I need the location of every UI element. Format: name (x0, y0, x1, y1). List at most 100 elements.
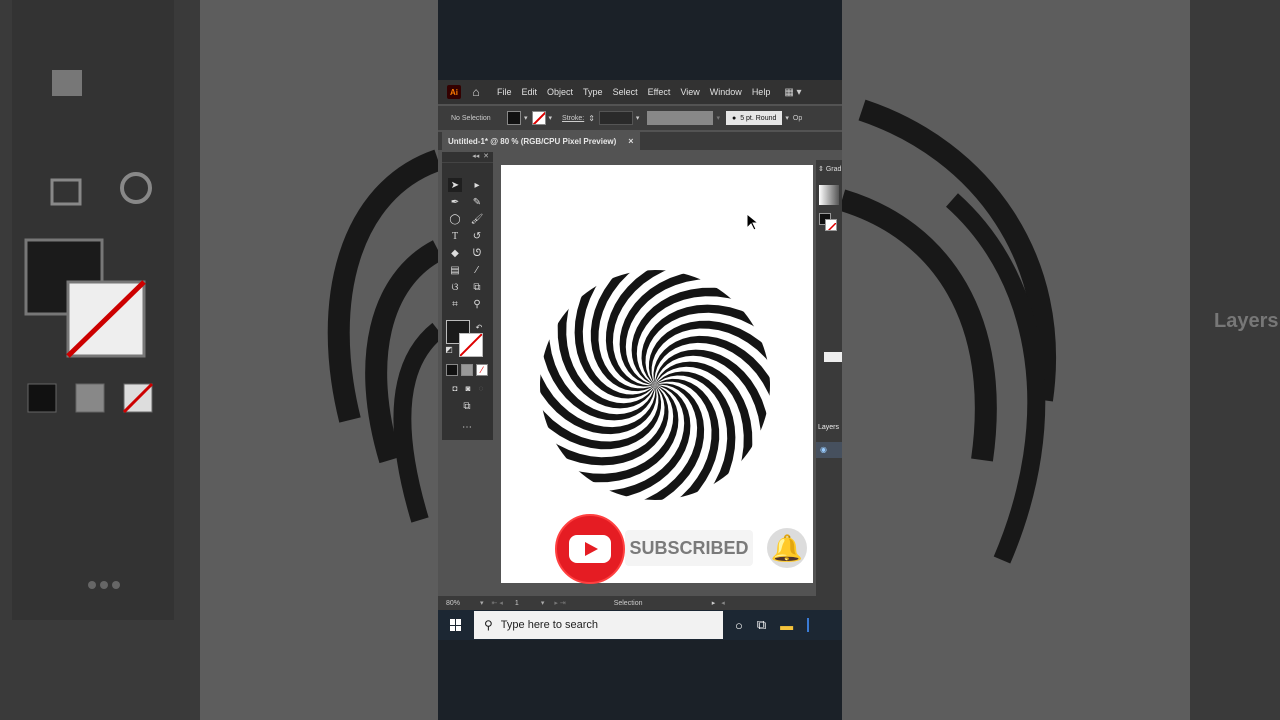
cortana-icon[interactable]: ○ (735, 618, 743, 633)
mouse-cursor-icon (746, 213, 759, 231)
current-tool-name: Selection (613, 599, 643, 607)
shape-builder-tool-icon[interactable]: ⧉ (470, 280, 484, 294)
direct-selection-tool-icon[interactable]: ▸ (470, 178, 484, 192)
document-tab[interactable]: Untitled-1* @ 80 % (RGB/CPU Pixel Previe… (442, 132, 640, 150)
stroke-label[interactable]: Stroke: (562, 115, 584, 122)
draw-behind-icon[interactable]: ◙ (461, 381, 475, 395)
blend-tool-icon[interactable]: ଓ (448, 280, 462, 294)
menu-file[interactable]: File (497, 87, 512, 97)
gradient-mode-icon[interactable] (461, 364, 473, 376)
search-icon: ⚲ (484, 618, 493, 632)
draw-normal-icon[interactable]: ◘ (448, 381, 462, 395)
gradient-preview[interactable] (819, 185, 839, 205)
first-artboard-icon[interactable]: ⇤ ◂ (492, 599, 503, 607)
windows-start-icon[interactable] (450, 619, 462, 631)
curvature-tool-icon[interactable]: ✎ (470, 195, 484, 209)
letterbox-top (438, 0, 842, 80)
default-fill-stroke-icon[interactable]: ◩ (442, 342, 456, 356)
more-tools-icon[interactable]: ⋯ (460, 420, 474, 434)
opacity-label[interactable]: Op (793, 115, 802, 122)
menu-type[interactable]: Type (583, 87, 603, 97)
type-tool-icon[interactable]: T (448, 229, 462, 243)
paintbrush-tool-icon[interactable]: 🖌 (470, 212, 484, 226)
gradient-panel-tab[interactable]: ⇕ Grad (818, 165, 841, 173)
stroke-weight-stepper[interactable]: ⇕ (588, 114, 595, 123)
artboard-number[interactable]: 1 (515, 600, 541, 607)
background-canvas-right (842, 0, 1190, 720)
chevron-down-icon[interactable]: ▾ (636, 114, 640, 122)
rotate-tool-icon[interactable]: ↺ (470, 229, 484, 243)
none-mode-icon[interactable]: ⁄ (476, 364, 488, 376)
brush-dot-icon: ● (731, 114, 737, 122)
menu-edit[interactable]: Edit (522, 87, 538, 97)
artboard-dropdown-icon[interactable]: ▾ (541, 599, 545, 607)
play-icon (569, 535, 611, 563)
chevron-down-icon: ▾ (716, 115, 720, 122)
stroke-swatch[interactable] (531, 111, 546, 125)
background-swirl-right (842, 99, 1057, 564)
taskbar-app-indicator (807, 618, 810, 632)
menu-window[interactable]: Window (710, 87, 742, 97)
fill-swatch[interactable] (507, 111, 521, 125)
close-icon[interactable]: × (628, 136, 633, 146)
visibility-eye-icon[interactable]: ◉ (816, 442, 842, 458)
ellipse-tool-icon[interactable]: ◯ (448, 212, 462, 226)
brush-label: 5 pt. Round (740, 114, 777, 122)
control-bar: No Selection ▾ ▾ Stroke: ⇕ ▾ ▾ ● 5 pt. R… (438, 106, 842, 130)
swap-fill-stroke-icon[interactable]: ↶ (472, 320, 486, 334)
stroke-weight-field[interactable] (598, 111, 633, 125)
menu-object[interactable]: Object (547, 87, 573, 97)
menu-help[interactable]: Help (752, 87, 771, 97)
zoom-dropdown-icon[interactable]: ▾ (480, 599, 484, 607)
brush-definition[interactable]: ● 5 pt. Round (725, 111, 783, 125)
eyedropper-tool-icon[interactable]: ⁄ (470, 263, 484, 277)
background-right-panel: Layers (1190, 0, 1280, 720)
background-toolbox (12, 0, 174, 620)
color-mode-icon[interactable] (446, 364, 458, 376)
stroke-color-box[interactable] (459, 333, 483, 357)
file-explorer-icon[interactable]: ▬ (780, 618, 793, 633)
layers-panel-tab[interactable]: Layers (818, 424, 839, 431)
background-canvas-left (200, 0, 438, 720)
gradient-slider[interactable] (824, 352, 842, 362)
draw-inside-icon[interactable]: ◌ (474, 381, 488, 395)
windows-taskbar: ⚲ Type here to search ○ ⧉ ▬ (438, 610, 842, 640)
artboard-tool-icon[interactable]: ⌗ (448, 297, 462, 311)
chevron-down-icon[interactable]: ▾ (524, 114, 528, 122)
letterbox-bottom (438, 640, 842, 720)
home-icon[interactable]: ⌂ (469, 85, 483, 99)
background-tool-icons (24, 70, 154, 589)
chevron-down-icon[interactable]: ▾ (785, 114, 789, 122)
selection-tool-icon[interactable]: ➤ (448, 178, 462, 192)
zoom-tool-icon[interactable]: ⚲ (470, 297, 484, 311)
task-view-icon[interactable]: ⧉ (757, 617, 766, 633)
eraser-tool-icon[interactable]: ◆ (448, 246, 462, 260)
search-placeholder: Type here to search (500, 619, 599, 631)
zoom-level[interactable]: 80% (446, 600, 480, 607)
lasso-tool-icon[interactable]: ᘎ (470, 246, 484, 260)
taskbar-search-input[interactable]: ⚲ Type here to search (474, 611, 723, 639)
workspace-switcher-icon[interactable]: ▦ ▾ (784, 87, 801, 98)
youtube-logo-icon[interactable] (555, 514, 625, 584)
bell-icon[interactable]: 🔔 (767, 528, 807, 568)
gradient-tool-icon[interactable]: ▤ (448, 263, 462, 277)
last-artboard-icon[interactable]: ▸ ⇥ (554, 599, 565, 607)
variable-width-profile[interactable] (647, 111, 714, 125)
app-logo: Ai (447, 85, 461, 99)
pen-tool-icon[interactable]: ✒ (448, 195, 462, 209)
menu-effect[interactable]: Effect (648, 87, 671, 97)
chevron-down-icon[interactable]: ▾ (549, 114, 553, 122)
gradient-stroke-swatch[interactable] (825, 219, 837, 231)
subscribed-button[interactable]: SUBSCRIBED (625, 530, 753, 566)
background-layers-label: Layers (1214, 310, 1279, 332)
menu-select[interactable]: Select (613, 87, 638, 97)
document-tab-bar: Untitled-1* @ 80 % (RGB/CPU Pixel Previe… (438, 132, 842, 150)
subscribe-overlay: SUBSCRIBED 🔔 (555, 514, 815, 584)
screen-mode-icon[interactable]: ⧉ (460, 399, 474, 413)
menu-bar: Ai ⌂ File Edit Object Type Select Effect… (438, 80, 842, 104)
status-back-icon[interactable]: ◂ (721, 599, 725, 607)
menu-view[interactable]: View (680, 87, 699, 97)
background-left-panel (0, 0, 200, 720)
status-play-icon[interactable]: ▸ (712, 599, 716, 607)
right-panel-dock: ⇕ Grad Layers ◉ (816, 160, 842, 610)
